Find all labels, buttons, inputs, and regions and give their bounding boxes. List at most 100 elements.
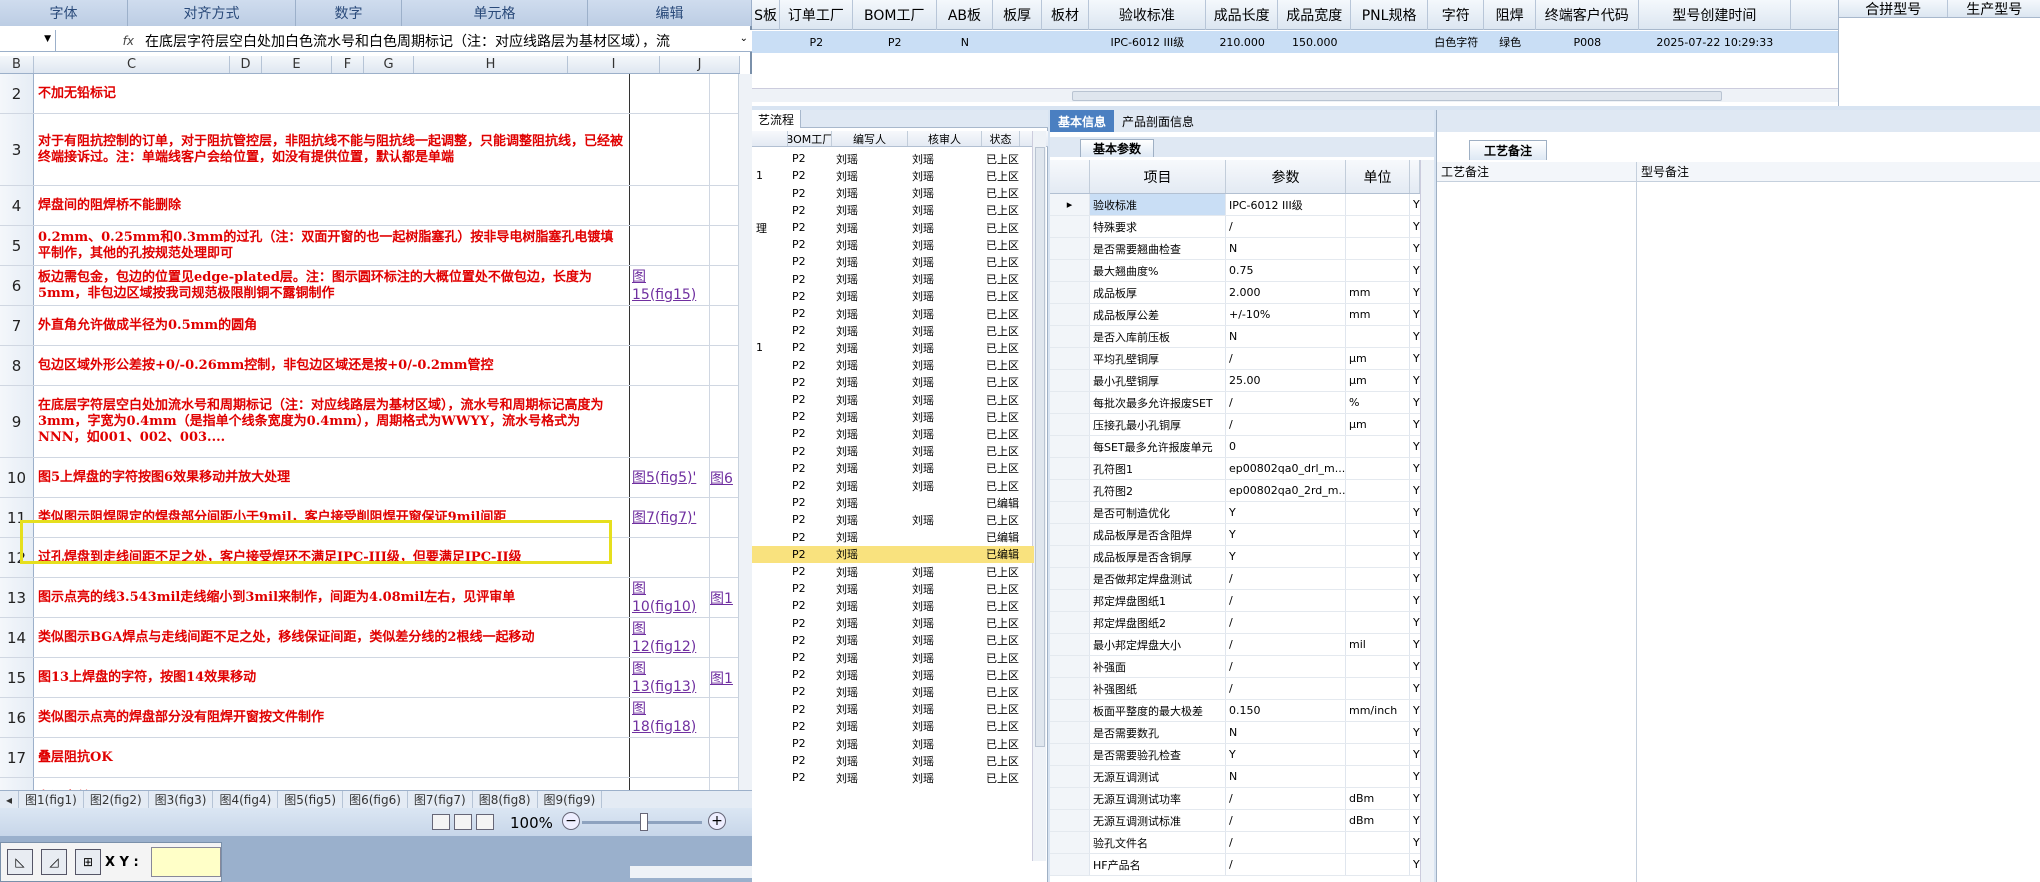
sheet-tab[interactable]: 图4(fig4) (213, 791, 279, 808)
mid-grid-col[interactable] (752, 131, 788, 146)
property-value[interactable]: 0 (1226, 436, 1346, 457)
table-row[interactable]: P2 刘瑶 刘瑶 已上区 (752, 460, 1034, 478)
table-row[interactable]: P2 刘瑶 刘瑶 已上区 (752, 649, 1034, 667)
top-grid-cell[interactable]: P008 (1536, 31, 1639, 53)
table-row[interactable]: P2 刘瑶 刘瑶 已上区 (752, 374, 1034, 392)
table-row[interactable]: P2 刘瑶 刘瑶 已上区 (752, 236, 1034, 254)
table-row[interactable]: P2 刘瑶 刘瑶 已上区 (752, 408, 1034, 426)
top-grid-cell[interactable]: 210.000 (1206, 31, 1279, 53)
property-row[interactable]: 是否做邦定焊盘测试 / Y (1050, 568, 1420, 590)
property-value[interactable]: / (1226, 392, 1346, 413)
table-row[interactable]: 5 0.2mm、0.25mm和0.3mm的过孔（注：双面开窗的也一起树脂塞孔）按非… (0, 226, 740, 266)
table-row[interactable]: 1 P2 刘瑶 刘瑶 已上区 (752, 339, 1034, 357)
sheet-tab[interactable]: 图5(fig5) (278, 791, 344, 808)
table-row[interactable]: P2 刘瑶 刘瑶 已上区 (752, 597, 1034, 615)
property-value[interactable]: / (1226, 656, 1346, 677)
remark-cell[interactable]: 图5上焊盘的字符按图6效果移动并放大处理 (34, 458, 630, 497)
figure-link-2[interactable] (710, 266, 740, 305)
table-row[interactable]: P2 刘瑶 刘瑶 已上区 (752, 614, 1034, 632)
top-grid-col[interactable]: 阻焊 (1484, 0, 1536, 30)
remark-cell[interactable]: 不加无铅标记 (34, 74, 630, 113)
figure-link[interactable] (630, 186, 710, 225)
row-number[interactable]: 13 (0, 578, 34, 617)
figure-link[interactable] (630, 114, 710, 185)
table-row[interactable]: 8 包边区域外形公差按+0/-0.26mm控制，非包边区域还是按+0/-0.2mm… (0, 346, 740, 386)
table-row[interactable]: P2 刘瑶 已编辑 (752, 528, 1034, 546)
table-row[interactable]: P2 刘瑶 刘瑶 已上区 (752, 666, 1034, 684)
top-grid-cell[interactable] (1042, 31, 1089, 53)
normal-view-icon[interactable] (432, 814, 450, 830)
table-row[interactable]: P2 刘瑶 刘瑶 已上区 (752, 683, 1034, 701)
table-row[interactable]: P2 刘瑶 刘瑶 已上区 (752, 700, 1034, 718)
row-number[interactable]: 2 (0, 74, 34, 113)
column-header[interactable]: C (34, 56, 230, 73)
table-row[interactable]: P2 刘瑶 刘瑶 已上区 (752, 442, 1034, 460)
property-row[interactable]: 无源互调测试 N Y (1050, 766, 1420, 788)
remark-cell[interactable]: 叠层阻抗OK (34, 738, 630, 777)
figure-link[interactable]: 图5(fig5)' (630, 458, 710, 497)
table-row[interactable]: P2 刘瑶 刘瑶 已上区 (752, 511, 1034, 529)
top-grid-col[interactable]: 终端客户代码 (1536, 0, 1639, 30)
top-grid-cell[interactable]: 2025-07-22 10:29:33 (1639, 31, 1791, 53)
property-row[interactable]: 特殊要求 / Y (1050, 216, 1420, 238)
grid-tool-icon[interactable]: ⊞ (75, 849, 101, 875)
model-list-hscrollbar[interactable] (752, 88, 1842, 102)
remark-cell[interactable]: 对于有阻抗控制的订单，对于阻抗管控层，非阻抗线不能与阻抗线一起调整，只能调整阻抗… (34, 114, 630, 185)
top-grid-col[interactable]: 型号创建时间 (1639, 0, 1791, 30)
formula-input[interactable]: 在底层字符层空白处加白色流水号和白色周期标记（注：对应线路层为基材区域），流 (145, 30, 670, 52)
tab-basic-info[interactable]: 基本信息 (1050, 110, 1115, 132)
table-row[interactable]: 1 P2 刘瑶 刘瑶 已上区 (752, 167, 1034, 185)
property-row[interactable]: 邦定焊盘图纸1/ Y (1050, 590, 1420, 612)
top-grid-cell[interactable] (1351, 31, 1428, 53)
table-row[interactable]: P2 刘瑶 刘瑶 已上区 (752, 253, 1034, 271)
ribbon-number-group[interactable]: 数字 (296, 0, 402, 26)
sheet-tab[interactable]: 图9(fig9) (538, 791, 603, 808)
property-row[interactable]: 孔符图1 ep00802qa0_drl_m... Y (1050, 458, 1420, 480)
property-value[interactable]: / (1226, 788, 1346, 809)
figure-link-2[interactable]: 图1 (710, 578, 740, 617)
property-value[interactable]: / (1226, 568, 1346, 589)
top-grid-col[interactable]: S板 (752, 0, 781, 30)
property-row[interactable]: 压接孔最小孔铜厚 / μm Y (1050, 414, 1420, 436)
table-row[interactable]: 15 图13上焊盘的字符，按图14效果移动 图13(fig13) 图1 (0, 658, 740, 698)
property-value[interactable]: Y (1226, 524, 1346, 545)
figure-link[interactable]: 图15(fig15) (630, 266, 710, 305)
property-row[interactable]: 是否需要数孔 N Y (1050, 722, 1420, 744)
row-number[interactable]: 17 (0, 738, 34, 777)
chevron-down-icon[interactable]: ▼ (44, 34, 51, 44)
remark-cell[interactable]: 类似图示BGA焊点与走线间距不足之处，移线保证间距，类似差分线的2根线一起移动 (34, 618, 630, 657)
remark-cell[interactable]: 外直角允许做成半径为0.5mm的圆角 (34, 306, 630, 345)
top-grid-cell[interactable]: IPC-6012 III级 (1089, 31, 1206, 53)
property-value[interactable]: / (1226, 678, 1346, 699)
property-value[interactable]: Y (1226, 502, 1346, 523)
table-row[interactable]: P2 刘瑶 刘瑶 已上区 (752, 322, 1034, 340)
property-row[interactable]: 是否需要翘曲检查 N Y (1050, 238, 1420, 260)
property-value[interactable]: 0.75 (1226, 260, 1346, 281)
mid-grid-col[interactable]: 状态 (982, 131, 1020, 146)
property-row[interactable]: 是否入库前压板 N Y (1050, 326, 1420, 348)
property-value[interactable]: N (1226, 326, 1346, 347)
table-row[interactable]: P2 刘瑶 刘瑶 已上区 (752, 735, 1034, 753)
property-row[interactable]: 验孔文件名 / Y (1050, 832, 1420, 854)
ribbon-align-group[interactable]: 对齐方式 (128, 0, 296, 26)
table-row[interactable]: P2 刘瑶 刘瑶 已上区 (752, 305, 1034, 323)
zoom-level[interactable]: 100% (510, 814, 553, 832)
top-grid-col[interactable]: 订单工厂 (780, 0, 853, 30)
top-grid-cell[interactable] (752, 31, 780, 53)
tab-basic-params[interactable]: 基本参数 (1080, 139, 1155, 157)
row-number[interactable]: 8 (0, 346, 34, 385)
top-grid-cell[interactable]: 150.000 (1278, 31, 1351, 53)
top-grid-cell[interactable]: N (937, 31, 993, 53)
top-grid-col[interactable]: 板材 (1042, 0, 1089, 30)
row-number[interactable]: 7 (0, 306, 34, 345)
property-value[interactable]: / (1226, 612, 1346, 633)
figure-link-2[interactable] (710, 386, 740, 457)
figure-link-2[interactable] (710, 618, 740, 657)
top-grid-col[interactable]: 板厚 (993, 0, 1043, 30)
figure-link[interactable] (630, 226, 710, 265)
table-row[interactable]: P2 刘瑶 刘瑶 已上区 (752, 391, 1034, 409)
figure-link[interactable]: 图7(fig7)' (630, 498, 710, 537)
property-value[interactable]: / (1226, 854, 1346, 875)
figure-link-2[interactable] (710, 538, 740, 577)
sheet-nav-icon[interactable]: ◂ (0, 791, 20, 808)
